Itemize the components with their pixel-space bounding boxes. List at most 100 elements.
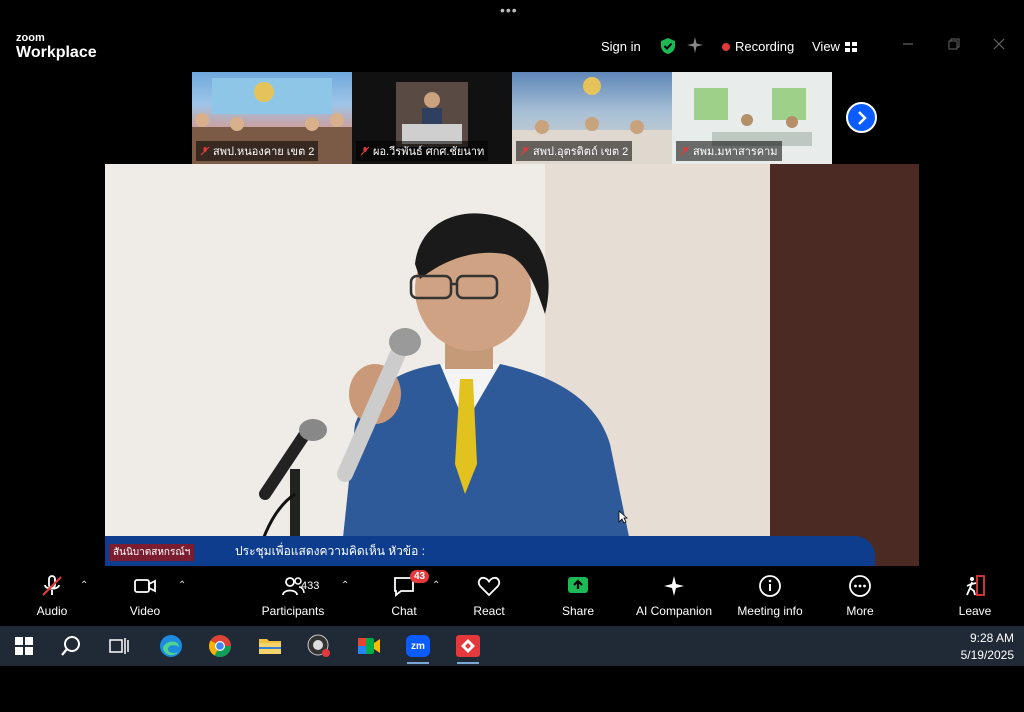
ai-sparkle-icon xyxy=(664,576,684,596)
participants-count: 433 xyxy=(301,580,320,592)
muted-mic-icon xyxy=(200,146,210,156)
zoom-workplace-logo: zoom Workplace xyxy=(16,33,97,62)
react-label: React xyxy=(473,604,505,618)
clock-date: 5/19/2025 xyxy=(960,648,1014,662)
active-app-indicator xyxy=(457,662,479,664)
window-drag-dots[interactable]: ••• xyxy=(500,2,518,18)
grid-view-icon xyxy=(844,41,857,52)
participants-button[interactable]: 433 Participants xyxy=(243,574,343,622)
participants-label: Participants xyxy=(261,604,325,618)
thumbnail-label-text: สพม.มหาสารคาม xyxy=(693,146,778,158)
participants-options-caret-icon[interactable]: ⌃ xyxy=(341,580,349,591)
thumbnail-label-text: สพป.อุตรดิตถ์ เขต 2 xyxy=(533,146,629,158)
thumbnail-label-text: ผอ.วีรพันธ์ ศกศ.ชัยนาท xyxy=(373,146,485,158)
restore-icon[interactable] xyxy=(946,36,962,52)
folder-icon xyxy=(259,639,281,654)
recording-label: Recording xyxy=(735,39,795,54)
taskbar-edge[interactable] xyxy=(156,632,186,660)
meeting-info-label: Meeting info xyxy=(737,604,803,618)
banner-text: ประชุมเพื่อแสดงความคิดเห็น หัวข้อ : xyxy=(235,544,426,558)
start-button[interactable] xyxy=(9,632,39,660)
windows-logo-icon xyxy=(15,637,33,655)
taskbar-search-button[interactable] xyxy=(56,632,86,660)
chat-unread-badge: 43 xyxy=(410,570,430,583)
audio-options-caret-icon[interactable]: ⌃ xyxy=(80,580,88,591)
logo-big-text: Workplace xyxy=(16,44,97,61)
next-page-button[interactable] xyxy=(846,102,877,133)
thumbnail-label: ผอ.วีรพันธ์ ศกศ.ชัยนาท xyxy=(356,141,489,161)
banner-tag: สันนิบาตสหกรณ์ฯ xyxy=(109,544,195,561)
chat-label: Chat xyxy=(391,604,417,618)
leave-label: Leave xyxy=(958,604,992,618)
close-icon[interactable] xyxy=(991,36,1007,52)
taskbar-obs[interactable] xyxy=(304,632,334,660)
system-clock[interactable]: 9:28 AM 5/19/2025 xyxy=(961,630,1014,664)
taskbar-anydesk[interactable] xyxy=(453,632,483,664)
info-icon xyxy=(759,575,781,597)
taskbar-chrome[interactable] xyxy=(205,632,235,660)
edge-browser-icon xyxy=(160,635,182,657)
shield-check-icon[interactable] xyxy=(659,37,677,55)
participant-thumbnail-strip: สพป.หนองคาย เขต 2 ผอ.วีรพันธ์ ศกศ.ชัยนาท… xyxy=(192,72,832,164)
video-caption-banner: สันนิบาตสหกรณ์ฯ ประชุมเพื่อแสดงความคิดเห… xyxy=(105,536,875,566)
thumbnail-label: สพป.หนองคาย เขต 2 xyxy=(196,141,319,161)
muted-mic-icon xyxy=(520,146,530,156)
participant-thumbnail[interactable]: สพป.หนองคาย เขต 2 xyxy=(192,72,352,164)
share-screen-icon xyxy=(568,577,588,593)
active-app-indicator xyxy=(407,662,429,664)
participant-thumbnail[interactable]: สพม.มหาสารคาม xyxy=(672,72,832,164)
title-bar: ••• zoom Workplace Sign in Recording Vie… xyxy=(0,0,1024,70)
meeting-toolbar: Audio ⌃ Video ⌃ 433 Participants ⌃ 43 Ch… xyxy=(0,566,1024,626)
active-speaker-video[interactable]: สันนิบาตสหกรณ์ฯ ประชุมเพื่อแสดงความคิดเห… xyxy=(105,164,919,566)
video-camera-icon xyxy=(134,579,156,593)
leave-exit-icon xyxy=(966,575,985,596)
logo-small-text: zoom xyxy=(16,32,45,44)
clock-time: 9:28 AM xyxy=(969,631,1014,645)
search-icon xyxy=(61,636,80,656)
share-button[interactable]: Share xyxy=(528,574,628,622)
view-label: View xyxy=(812,39,840,54)
thumbnail-label: สพม.มหาสารคาม xyxy=(676,141,782,161)
thumbnail-label: สพป.อุตรดิตถ์ เขต 2 xyxy=(516,141,633,161)
recording-indicator[interactable]: Recording xyxy=(722,39,794,54)
chrome-browser-icon xyxy=(209,635,231,657)
meeting-info-button[interactable]: Meeting info xyxy=(720,574,820,622)
muted-mic-icon xyxy=(680,146,690,156)
audio-label: Audio xyxy=(36,604,68,618)
chevron-right-icon xyxy=(857,110,867,125)
screen-bottom-margin xyxy=(0,666,1024,712)
ai-companion-button[interactable]: AI Companion xyxy=(624,574,724,622)
zoom-icon-text: zm xyxy=(411,640,425,652)
video-options-caret-icon[interactable]: ⌃ xyxy=(178,580,186,591)
mouse-cursor-icon xyxy=(618,510,628,524)
ai-companion-label: AI Companion xyxy=(635,604,713,618)
more-button[interactable]: More xyxy=(810,574,910,622)
sign-in-link[interactable]: Sign in xyxy=(601,39,641,54)
ai-sparkle-icon[interactable] xyxy=(686,36,704,54)
taskbar-file-explorer[interactable] xyxy=(255,632,285,660)
muted-mic-icon xyxy=(42,575,62,596)
video-label: Video xyxy=(129,604,161,618)
task-view-icon xyxy=(109,638,129,654)
react-button[interactable]: React xyxy=(439,574,539,622)
taskbar-meet[interactable] xyxy=(354,632,384,660)
participant-thumbnail[interactable]: ผอ.วีรพันธ์ ศกศ.ชัยนาท xyxy=(352,72,512,164)
muted-mic-icon xyxy=(360,146,370,156)
thumbnail-label-text: สพป.หนองคาย เขต 2 xyxy=(213,146,315,158)
task-view-button[interactable] xyxy=(104,632,134,660)
speaker-scene xyxy=(105,164,919,566)
heart-icon xyxy=(477,576,501,597)
obs-record-icon xyxy=(307,634,330,657)
leave-button[interactable]: Leave xyxy=(925,574,1024,622)
view-button[interactable]: View xyxy=(812,39,857,54)
record-dot-icon xyxy=(722,42,730,51)
windows-taskbar: zm 9:28 AM 5/19/2025 xyxy=(0,626,1024,666)
more-label: More xyxy=(846,604,874,618)
more-dots-icon xyxy=(849,575,871,597)
minimize-icon[interactable] xyxy=(900,36,916,52)
taskbar-zoom[interactable]: zm xyxy=(403,632,433,664)
participant-thumbnail[interactable]: สพป.อุตรดิตถ์ เขต 2 xyxy=(512,72,672,164)
share-label: Share xyxy=(561,604,595,618)
remote-desktop-icon xyxy=(456,635,480,657)
google-meet-icon xyxy=(358,638,380,654)
